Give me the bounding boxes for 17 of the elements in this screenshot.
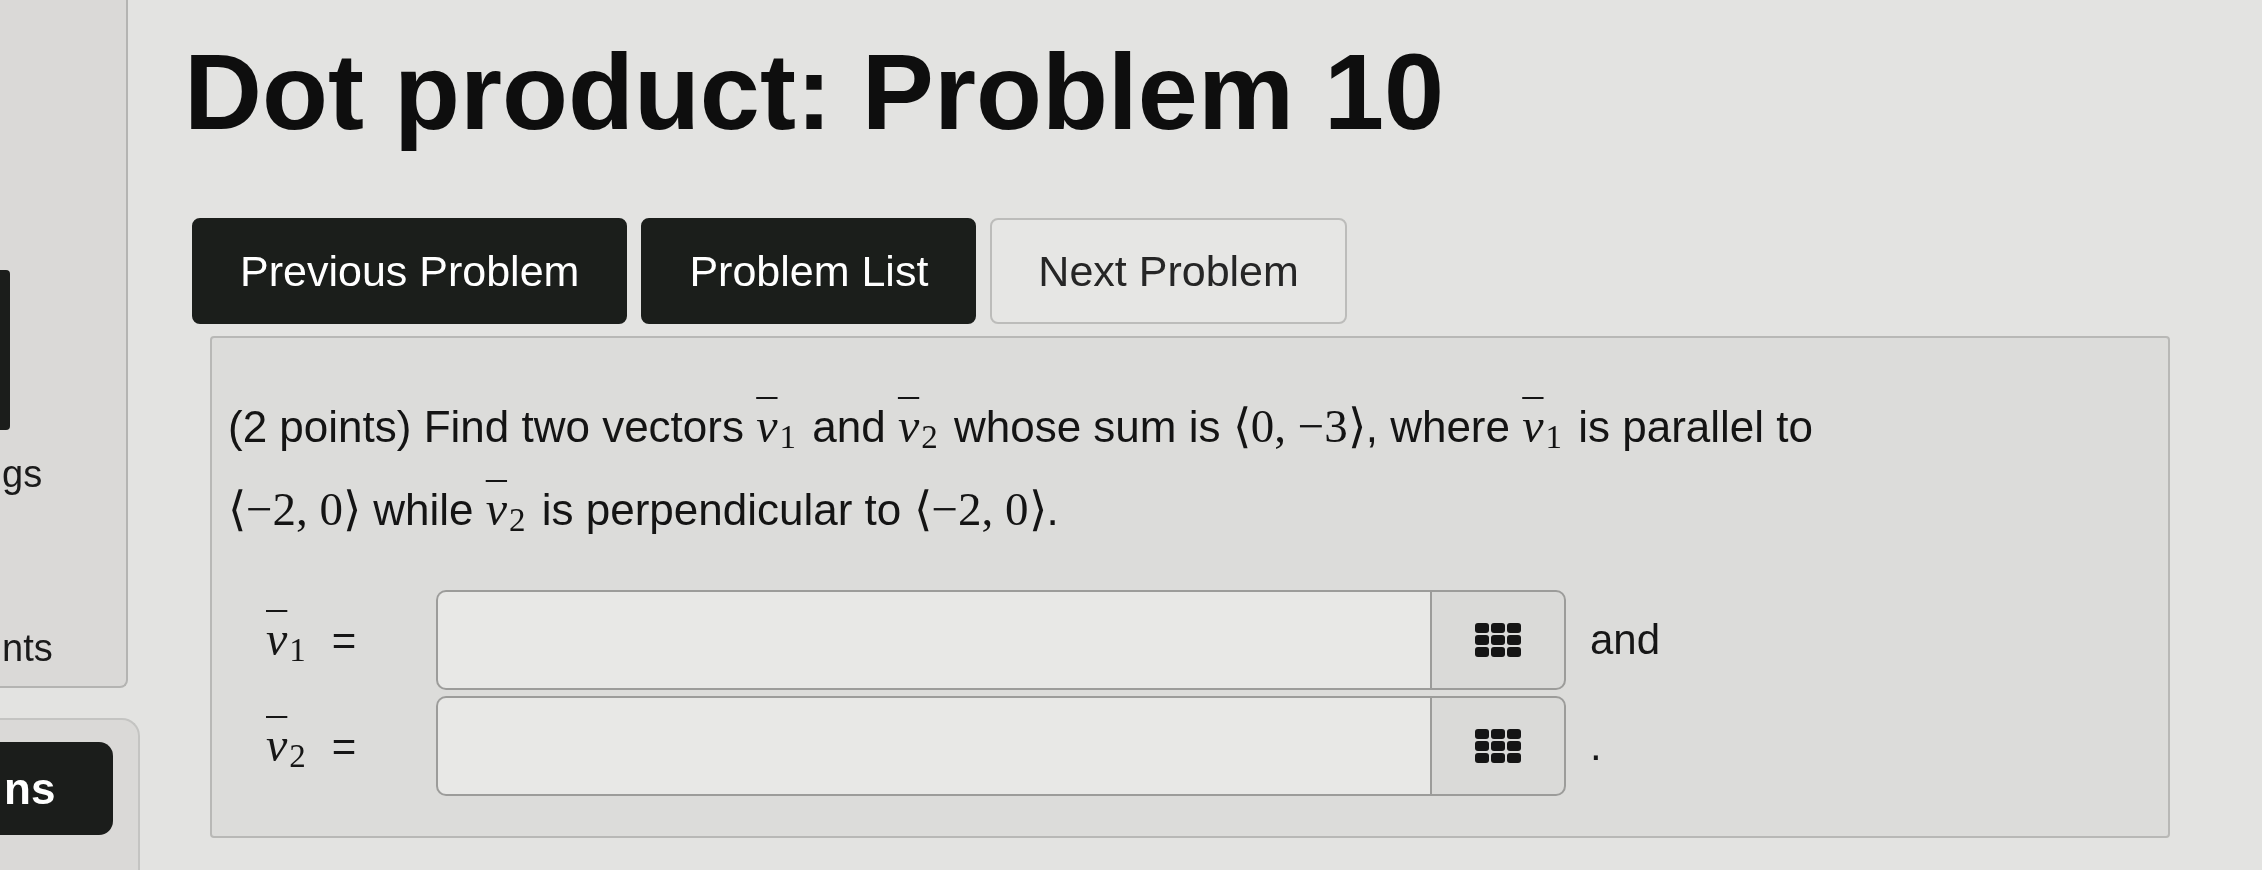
answer-field[interactable] [436, 590, 1430, 690]
vector-label: v$_{2}$ = [266, 717, 358, 775]
sidebar-link[interactable]: gs [2, 452, 43, 496]
page-title: Dot product: Problem 10 [184, 30, 1445, 154]
keypad-icon [1475, 623, 1521, 657]
nav-button[interactable]: Problem List [641, 218, 977, 324]
answer-connector: and [1590, 616, 1661, 664]
sidebar-link[interactable]: nts [2, 626, 53, 670]
keypad-icon [1475, 729, 1521, 763]
keypad-button[interactable] [1430, 590, 1566, 690]
problem-statement: (2 points) Find two vectors v$_{1}$ and v$_{2}$ whose sum is ⟨0, −3⟩, where v$_{1}$ is parallel to ⟨−2, 0⟩ while v$_{2}$ is perpendicular to ⟨−2, 0⟩. [228, 398, 1815, 540]
keypad-button[interactable] [1430, 696, 1566, 796]
sidebar-button[interactable]: ns [0, 742, 113, 835]
vector-label: v$_{1}$ = [266, 611, 358, 669]
nav-button[interactable]: Previous Problem [192, 218, 628, 324]
answer-connector: . [1590, 722, 1602, 770]
answer-field[interactable] [436, 696, 1430, 796]
